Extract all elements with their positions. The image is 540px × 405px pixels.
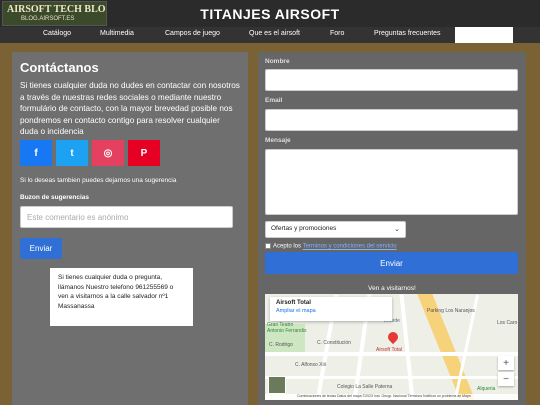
- email-label: Email: [265, 97, 283, 104]
- send-form-button[interactable]: Enviar: [265, 252, 518, 274]
- terms-row: Acepto los Terminos y condiciones del se…: [265, 243, 397, 250]
- map-label: Parking Los Naranjos: [427, 308, 475, 314]
- top-bar: AIRSOFT TECH BLOG BLOG.AIRSOFT.ES TITANJ…: [0, 0, 540, 27]
- suggestion-label: Buzon de sugerencias: [20, 194, 89, 201]
- nav-item-multimedia[interactable]: Multimedia: [100, 30, 134, 37]
- suggestion-input[interactable]: [20, 206, 233, 228]
- zoom-out-button[interactable]: −: [498, 372, 514, 386]
- facebook-button[interactable]: f: [20, 140, 52, 166]
- message-label: Mensaje: [265, 137, 291, 144]
- terms-link[interactable]: Terminos y condiciones del servicio: [303, 244, 397, 250]
- map-place-card: Airsoft Total Ampliar el mapa: [270, 297, 392, 321]
- terms-prefix: Acepto los: [273, 243, 303, 250]
- instagram-icon: ◎: [103, 147, 113, 159]
- nav-item-campos[interactable]: Campos de juego: [165, 30, 220, 37]
- terms-checkbox[interactable]: [265, 243, 271, 249]
- location-map[interactable]: Parking Los Naranjos Velarde Gran Teatro…: [265, 294, 518, 400]
- map-label: Antonio Ferrandis: [267, 328, 307, 334]
- email-field[interactable]: [265, 109, 518, 131]
- chevron-down-icon: ⌄: [394, 226, 400, 233]
- map-street: [265, 376, 518, 379]
- map-label: C. Constitución: [317, 340, 351, 346]
- map-type-thumbnail[interactable]: [268, 376, 286, 394]
- map-label: Alqueria: [477, 386, 496, 392]
- map-pin-icon[interactable]: [385, 329, 401, 345]
- send-suggestion-button[interactable]: Enviar: [20, 238, 62, 259]
- nav-item-preguntas[interactable]: Preguntas frecuentes: [374, 30, 441, 37]
- twitter-button[interactable]: t: [56, 140, 88, 166]
- contact-panel: Contáctanos Si tienes cualquier duda no …: [12, 52, 248, 405]
- contact-intro: Si tienes cualquier duda no dudes en con…: [20, 81, 240, 136]
- contact-form-panel: Nombre Email Mensaje Ofertas y promocion…: [258, 52, 526, 405]
- topic-select-value: Ofertas y promociones: [271, 225, 337, 232]
- site-title: TITANJES AIRSOFT: [200, 6, 340, 22]
- nav-item-active[interactable]: [455, 27, 513, 43]
- map-label: Los Caro: [497, 320, 518, 326]
- facebook-icon: f: [34, 147, 38, 159]
- pinterest-button[interactable]: P: [128, 140, 160, 166]
- map-pin-label: Airsoft Total: [376, 347, 403, 353]
- zoom-in-button[interactable]: +: [498, 356, 514, 370]
- map-label: Colegio La Salle Paterna: [337, 384, 393, 390]
- contact-info-card: Si tienes cualquier duda o pregunta, llá…: [50, 268, 193, 326]
- map-place-name: Airsoft Total: [276, 300, 311, 306]
- visit-heading: Ven a visitarnos!: [368, 285, 416, 292]
- twitter-icon: t: [70, 147, 74, 159]
- main-nav: Catálogo Multimedia Campos de juego Que …: [0, 27, 540, 43]
- map-attribution: Combinaciones de teclas Datos del mapa ©…: [265, 394, 518, 400]
- pinterest-icon: P: [140, 147, 148, 159]
- topic-select[interactable]: Ofertas y promociones ⌄: [265, 221, 406, 238]
- nav-item-catalogo[interactable]: Catálogo: [43, 30, 71, 37]
- suggestion-text: Si lo deseas tambien puedes dejarnos una…: [20, 177, 177, 184]
- name-field[interactable]: [265, 69, 518, 91]
- nav-item-que-es-airsoft[interactable]: Que es el airsoft: [249, 30, 300, 37]
- contact-title: Contáctanos: [20, 60, 99, 75]
- map-label: C. Rodrigo: [269, 342, 293, 348]
- name-label: Nombre: [265, 58, 290, 65]
- nav-item-foro[interactable]: Foro: [330, 30, 344, 37]
- map-label: C. Alfonso Xiii: [295, 362, 326, 368]
- map-enlarge-link[interactable]: Ampliar el mapa: [276, 308, 386, 314]
- instagram-button[interactable]: ◎: [92, 140, 124, 166]
- message-field[interactable]: [265, 149, 518, 215]
